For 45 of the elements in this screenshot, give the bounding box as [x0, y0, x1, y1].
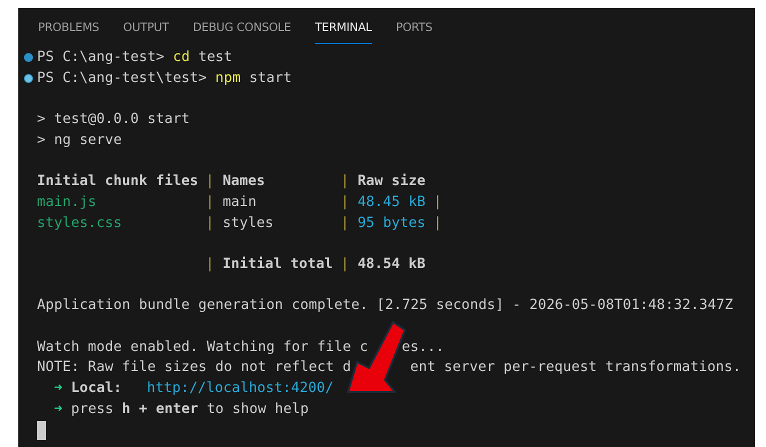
- table-cell-text: styles: [222, 214, 274, 233]
- table-separator: |: [206, 172, 214, 192]
- table-cell-text: main.js: [37, 192, 98, 212]
- table-header: Initial chunk files: [37, 172, 200, 192]
- table-separator: |: [206, 254, 214, 274]
- table-cell-text: 48.45 kB: [358, 192, 426, 212]
- script-line: > test@0.0.0 start: [37, 110, 190, 130]
- table-header: Names: [222, 172, 266, 192]
- table-cell-text: Initial total: [222, 254, 334, 274]
- table-separator: |: [206, 214, 214, 233]
- panel-tab[interactable]: DEBUG CONSOLE: [192, 8, 291, 44]
- table-cell-text: 95 bytes: [358, 214, 426, 233]
- table-separator: |: [340, 254, 350, 274]
- script-line: > ng serve: [37, 130, 122, 150]
- table-separator: |: [433, 192, 442, 212]
- command-args: test: [198, 48, 232, 67]
- arrow-glyph: ➜: [54, 379, 62, 398]
- table-separator: |: [433, 214, 442, 233]
- server-url-link[interactable]: http://localhost:4200/: [146, 378, 334, 399]
- table-separator: |: [206, 192, 214, 212]
- log-line: Watch mode enabled. Watching for file c: [37, 338, 368, 357]
- log-line: es...: [402, 338, 444, 357]
- table-separator: |: [340, 172, 350, 192]
- log-line: ent server per-request transformations.: [410, 358, 742, 378]
- arrow-glyph: ➜: [54, 400, 62, 419]
- command-name: npm: [215, 68, 241, 88]
- panel-tab[interactable]: OUTPUT: [123, 8, 169, 44]
- panel-tab[interactable]: TERMINAL: [314, 8, 372, 44]
- prompt-path: PS C:\ang-test\test>: [37, 68, 207, 88]
- log-line: Application bundle generation complete. [2.725 seconds] - 2026-05-08T01:48:32.347Z: [37, 296, 734, 316]
- panel-tab[interactable]: PROBLEMS: [38, 8, 100, 44]
- table-cell-text: main: [222, 192, 258, 212]
- table-separator: |: [340, 214, 350, 233]
- log-line: NOTE: Raw file sizes do not reflect d: [37, 358, 352, 378]
- panel-tab[interactable]: PORTS: [396, 8, 432, 44]
- text-cursor: [37, 420, 46, 440]
- server-label: Local:: [70, 379, 123, 398]
- help-hint: press h + enter to show help: [70, 400, 309, 419]
- table-cell-text: 48.54 kB: [358, 254, 426, 274]
- table-cell-text: styles.css: [37, 214, 123, 233]
- command-name: cd: [172, 48, 190, 67]
- prompt-path: PS C:\ang-test>: [37, 48, 164, 67]
- table-separator: |: [340, 192, 350, 212]
- table-header: Raw size: [358, 172, 426, 192]
- command-args: start: [249, 68, 292, 88]
